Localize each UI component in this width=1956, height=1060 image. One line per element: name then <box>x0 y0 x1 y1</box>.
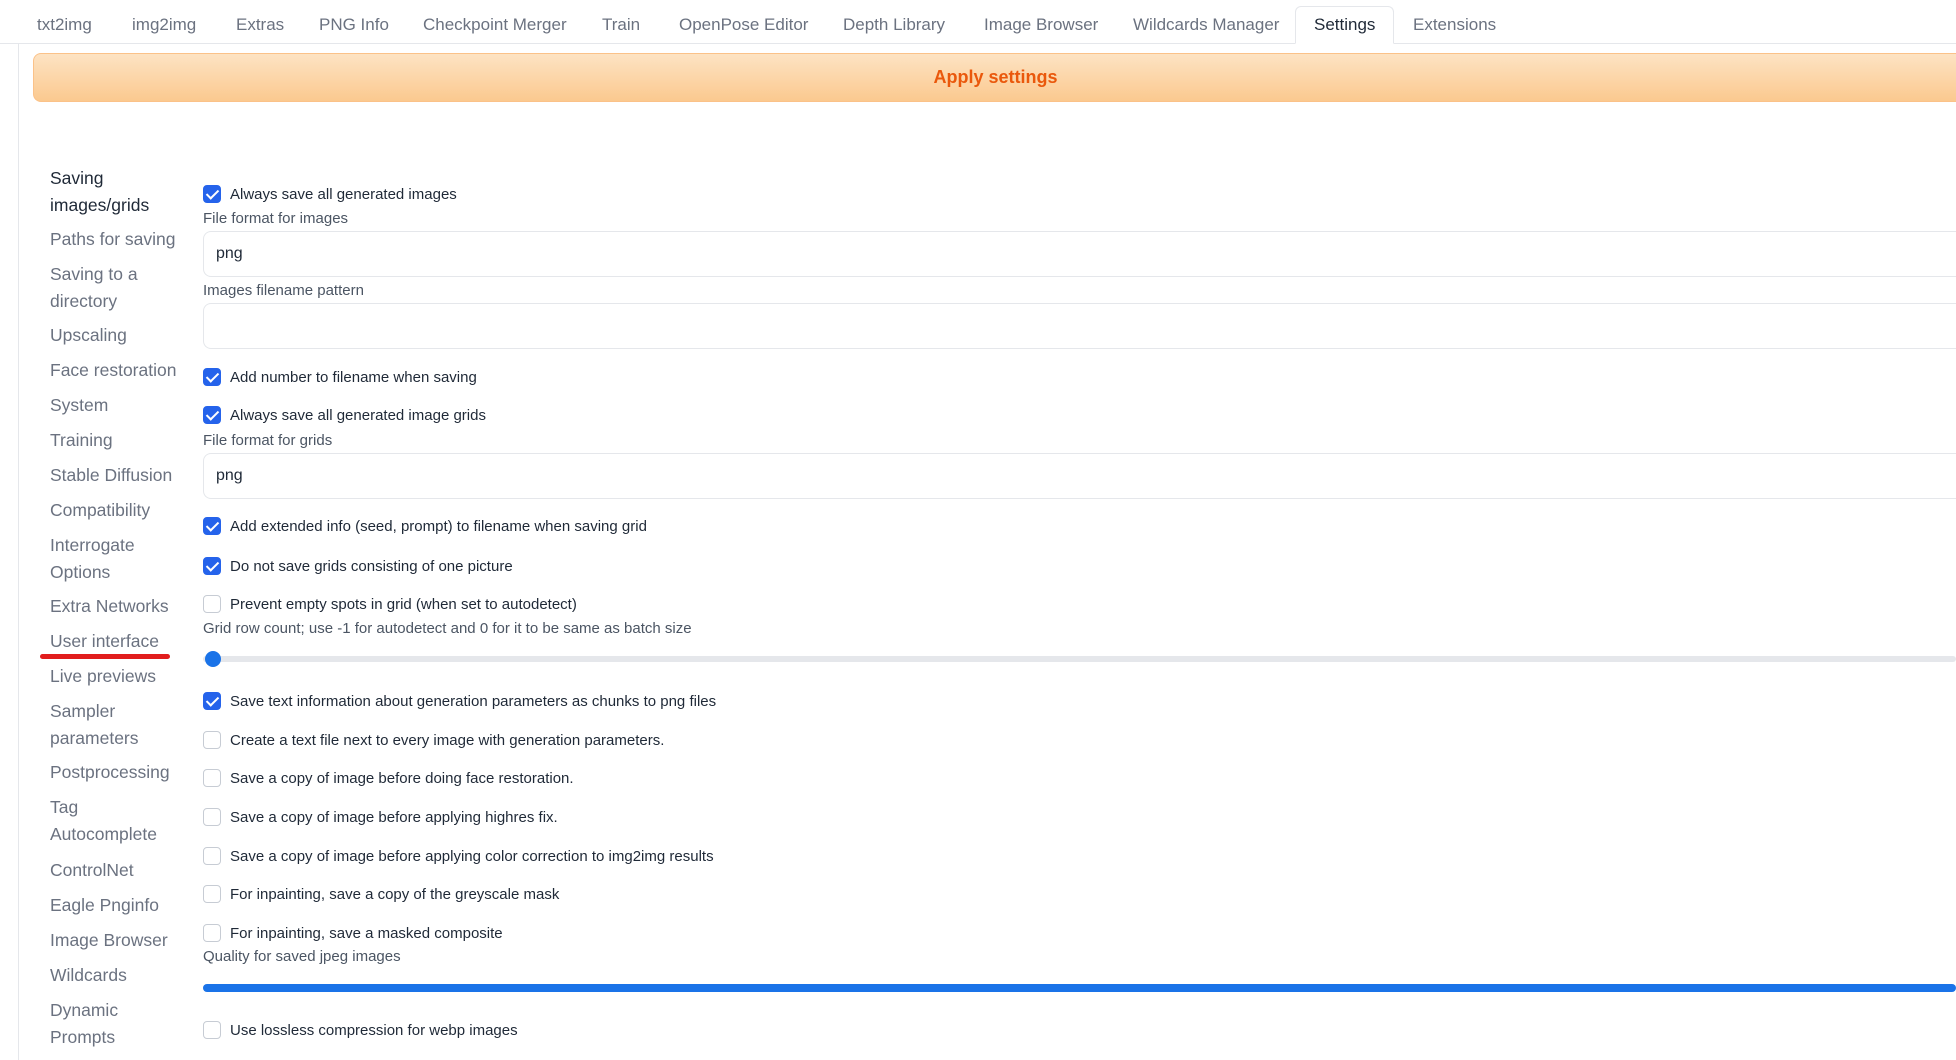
file-format-grids-label: File format for grids <box>203 432 333 449</box>
checkbox-label: Save a copy of image before applying hig… <box>230 808 558 826</box>
check-icon[interactable] <box>203 692 221 710</box>
jpeg-quality-label: Quality for saved jpeg images <box>203 948 401 965</box>
create-text-file-checkbox[interactable]: Create a text file next to every image w… <box>203 729 664 751</box>
sidebar-item-stable-diffusion[interactable]: Stable Diffusion <box>50 462 180 489</box>
checkbox-label: Save a copy of image before applying col… <box>230 847 714 865</box>
tab-settings[interactable]: Settings <box>1295 6 1395 44</box>
add-number-checkbox[interactable]: Add number to filename when saving <box>203 366 477 388</box>
checkbox-label: Do not save grids consisting of one pict… <box>230 557 513 575</box>
sidebar-item-tag-autocomplete[interactable]: Tag Autocomplete <box>50 794 180 848</box>
tab-img2img[interactable]: img2img <box>132 8 196 42</box>
sidebar-item-live-previews[interactable]: Live previews <box>50 663 180 690</box>
sidebar-item-training[interactable]: Training <box>50 427 180 454</box>
grid-row-count-slider[interactable] <box>203 656 1956 662</box>
tab-png-info[interactable]: PNG Info <box>319 8 389 42</box>
sidebar-item-postprocessing[interactable]: Postprocessing <box>50 759 180 786</box>
checkbox-label: Save a copy of image before doing face r… <box>230 769 574 787</box>
no-single-grids-checkbox[interactable]: Do not save grids consisting of one pict… <box>203 555 513 577</box>
sidebar-item-sampler-parameters[interactable]: Sampler parameters <box>50 698 180 752</box>
tab-extras[interactable]: Extras <box>236 8 284 42</box>
inpaint-greyscale-mask-checkbox[interactable]: For inpainting, save a copy of the greys… <box>203 883 559 905</box>
webp-lossless-checkbox[interactable]: Use lossless compression for webp images <box>203 1019 518 1041</box>
sidebar-item-saving-to-directory[interactable]: Saving to a directory <box>50 261 180 315</box>
file-format-images-input[interactable]: png <box>203 231 1956 277</box>
tab-train[interactable]: Train <box>602 8 640 42</box>
sidebar-item-eagle-pnginfo[interactable]: Eagle Pnginfo <box>50 892 180 919</box>
check-icon[interactable] <box>203 406 221 424</box>
sidebar-item-interrogate-options[interactable]: Interrogate Options <box>50 532 180 586</box>
checkbox-label: Save text information about generation p… <box>230 692 717 710</box>
checkbox-label: Create a text file next to every image w… <box>230 731 665 749</box>
checkbox-label: For inpainting, save a copy of the greys… <box>230 885 560 903</box>
images-filename-pattern-input[interactable] <box>203 303 1956 349</box>
sidebar-item-face-restoration[interactable]: Face restoration <box>50 357 180 384</box>
checkbox-label: Add number to filename when saving <box>230 368 477 386</box>
check-icon[interactable] <box>203 185 221 203</box>
images-filename-pattern-label: Images filename pattern <box>203 282 364 299</box>
copy-before-highres-checkbox[interactable]: Save a copy of image before applying hig… <box>203 806 558 828</box>
sidebar-item-saving-images-grids[interactable]: Saving images/grids <box>50 165 180 219</box>
inpaint-masked-composite-checkbox[interactable]: For inpainting, save a masked composite <box>203 922 503 944</box>
sidebar-item-compatibility[interactable]: Compatibility <box>50 497 180 524</box>
grid-row-count-slider-handle[interactable] <box>205 651 221 667</box>
checkbox-label: Use lossless compression for webp images <box>230 1021 518 1039</box>
file-format-grids-input[interactable]: png <box>203 453 1956 499</box>
sidebar-item-controlnet[interactable]: ControlNet <box>50 857 180 884</box>
tab-wildcards-manager[interactable]: Wildcards Manager <box>1133 8 1279 42</box>
tab-checkpoint-merger[interactable]: Checkpoint Merger <box>423 8 567 42</box>
always-save-images-checkbox[interactable]: Always save all generated images <box>203 183 457 205</box>
sidebar-item-image-browser[interactable]: Image Browser <box>50 927 180 954</box>
always-save-grids-checkbox[interactable]: Always save all generated image grids <box>203 404 486 426</box>
tab-txt2img[interactable]: txt2img <box>37 8 92 42</box>
sidebar-item-system[interactable]: System <box>50 392 180 419</box>
checkbox-label: Always save all generated images <box>230 185 457 203</box>
checkbox-label: Add extended info (seed, prompt) to file… <box>230 517 647 535</box>
check-icon[interactable] <box>203 557 221 575</box>
checkbox-label: Always save all generated image grids <box>230 406 486 424</box>
copy-before-color-checkbox[interactable]: Save a copy of image before applying col… <box>203 845 714 867</box>
sidebar-item-paths-for-saving[interactable]: Paths for saving <box>50 226 180 253</box>
sidebar-item-dynamic-prompts[interactable]: Dynamic Prompts <box>50 997 180 1051</box>
tab-extensions[interactable]: Extensions <box>1413 8 1496 42</box>
apply-settings-button[interactable]: Apply settings <box>33 53 1956 102</box>
sidebar-item-user-interface[interactable]: User interface <box>50 628 180 655</box>
jpeg-quality-slider[interactable] <box>203 984 1956 992</box>
sidebar-item-extra-networks[interactable]: Extra Networks <box>50 593 180 620</box>
grid-extended-info-checkbox[interactable]: Add extended info (seed, prompt) to file… <box>203 515 647 537</box>
check-icon[interactable] <box>203 368 221 386</box>
tab-depth-library[interactable]: Depth Library <box>843 8 945 42</box>
checkbox-label: Prevent empty spots in grid (when set to… <box>230 595 577 613</box>
red-underline-annotation <box>40 654 170 659</box>
tab-image-browser[interactable]: Image Browser <box>984 8 1098 42</box>
sidebar-item-upscaling[interactable]: Upscaling <box>50 322 180 349</box>
tab-bar: txt2img img2img Extras PNG Info Checkpoi… <box>0 0 1956 44</box>
sidebar-item-wildcards[interactable]: Wildcards <box>50 962 180 989</box>
grid-row-count-label: Grid row count; use -1 for autodetect an… <box>203 620 692 637</box>
tab-openpose-editor[interactable]: OpenPose Editor <box>679 8 808 42</box>
prevent-empty-spots-checkbox[interactable]: Prevent empty spots in grid (when set to… <box>203 593 577 615</box>
check-icon[interactable] <box>203 517 221 535</box>
checkbox-label: For inpainting, save a masked composite <box>230 924 503 942</box>
file-format-images-label: File format for images <box>203 210 349 227</box>
save-text-chunks-checkbox[interactable]: Save text information about generation p… <box>203 690 716 712</box>
copy-before-face-checkbox[interactable]: Save a copy of image before doing face r… <box>203 767 574 789</box>
